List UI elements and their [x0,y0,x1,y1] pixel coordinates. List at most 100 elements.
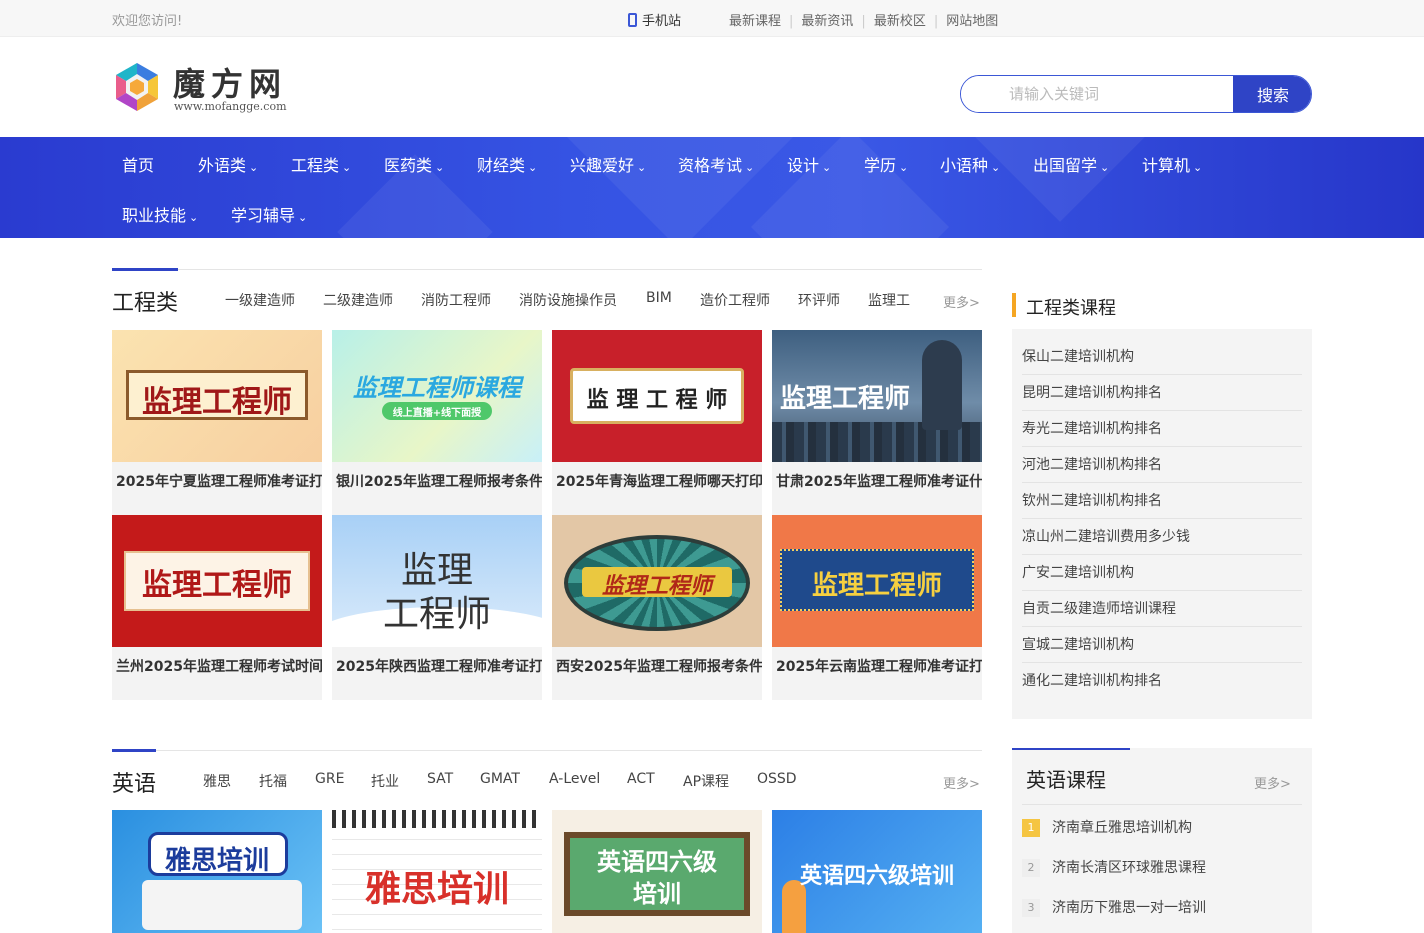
nav-qualification[interactable]: 资格考试 ⌄ [678,152,754,176]
course-card[interactable]: 监理工程师 西安2025年监理工程师报考条件 [552,515,762,700]
course-thumbnail: 监理工程师 [112,330,322,462]
ranked-list-item[interactable]: 3 济南历下雅思一对一培训 [1022,888,1302,928]
list-item[interactable]: 昆明二建培训机构排名 [1022,375,1302,411]
nav-study-abroad[interactable]: 出国留学 ⌄ [1033,152,1109,176]
nav-computer[interactable]: 计算机 ⌄ [1142,152,1202,176]
rank-number: 3 [1022,899,1040,917]
course-card[interactable]: 监理工程师 2025年宁夏监理工程师准考证打 [112,330,322,515]
tab-first-class-constructor[interactable]: 一级建造师 [225,290,295,310]
english-more-link[interactable]: 更多> [943,773,980,792]
ranked-list-item[interactable]: 2 济南长清区环球雅思课程 [1022,848,1302,888]
tab-act[interactable]: ACT [627,771,655,787]
section-accent-bar [112,268,178,271]
list-item[interactable]: 广安二建培训机构 [1022,555,1302,591]
nav-hobbies[interactable]: 兴趣爱好 ⌄ [570,152,646,176]
course-thumbnail: 雅思培训 [112,810,322,933]
nav-minor-lang[interactable]: 小语种 ⌄ [940,152,1000,176]
engineering-title: 工程类 [112,291,179,316]
nav-home[interactable]: 首页 [122,152,154,176]
tab-a-level[interactable]: A-Level [549,771,600,787]
tab-ielts[interactable]: 雅思 [203,771,231,791]
tab-fire-facility-operator[interactable]: 消防设施操作员 [519,290,617,310]
tab-cost-engineer[interactable]: 造价工程师 [700,290,770,310]
tab-gre[interactable]: GRE [315,771,344,787]
list-item[interactable]: 通化二建培训机构排名 [1022,663,1302,699]
tab-ap[interactable]: AP课程 [683,771,729,791]
header: 魔方网 www.mofangge.com 搜索 [0,37,1424,137]
tab-second-class-constructor[interactable]: 二级建造师 [323,290,393,310]
logo-name[interactable]: 魔方网 [173,59,287,105]
course-thumbnail: 监理工程师课程 线上直播+线下面授 [332,330,542,462]
english-courses-panel: 英语课程 更多> 1 济南章丘雅思培训机构 2 济南长清区环球雅思课程 3 济南历下雅… [1012,748,1312,933]
search-input[interactable] [961,76,1233,112]
course-card[interactable]: 监理工程师 2025年云南监理工程师准考证打 [772,515,982,700]
nav-medicine[interactable]: 医药类 ⌄ [384,152,444,176]
link-latest-campus[interactable]: 最新校区 [874,14,926,29]
course-thumbnail: 雅思培训 [332,810,542,933]
engineering-more-link[interactable]: 更多> [943,292,980,311]
chevron-down-icon: ⌄ [249,161,259,174]
tab-fire-engineer[interactable]: 消防工程师 [421,290,491,310]
ranked-list-item[interactable]: 1 济南章丘雅思培训机构 [1022,808,1302,848]
tab-gmat[interactable]: GMAT [480,771,520,787]
course-thumbnail: 监理工程师 [772,330,982,462]
card-caption[interactable]: 2025年云南监理工程师准考证打 [776,656,982,676]
course-card[interactable]: 雅思培训 [112,810,322,933]
logo-url: www.mofangge.com [174,100,287,113]
logo-cube-icon[interactable] [112,61,162,113]
english-courses-more[interactable]: 更多> [1254,773,1291,792]
tab-toeic[interactable]: 托业 [371,771,399,791]
course-card[interactable]: 监 理 工 程 师 2025年青海监理工程师哪天打印 [552,330,762,515]
nav-design[interactable]: 设计 ⌄ [787,152,831,176]
list-item[interactable]: 自贡二级建造师培训课程 [1022,591,1302,627]
nav-tutoring[interactable]: 学习辅导 ⌄ [231,202,307,226]
nav-degree[interactable]: 学历 ⌄ [864,152,908,176]
course-card[interactable]: 监理工程师 甘肃2025年监理工程师准考证什 [772,330,982,515]
tab-sat[interactable]: SAT [427,771,453,787]
link-latest-courses[interactable]: 最新课程 [729,14,781,29]
tab-ossd[interactable]: OSSD [757,771,797,787]
nav-finance[interactable]: 财经类 ⌄ [477,152,537,176]
english-section-header [112,749,982,752]
panel-accent-bar [1012,748,1130,750]
search-box: 搜索 [960,75,1312,113]
link-latest-news[interactable]: 最新资讯 [801,14,853,29]
nav-foreign-lang[interactable]: 外语类 ⌄ [198,152,258,176]
nav-engineering[interactable]: 工程类 ⌄ [291,152,351,176]
list-item[interactable]: 钦州二建培训机构排名 [1022,483,1302,519]
link-sitemap[interactable]: 网站地图 [946,14,998,29]
course-card[interactable]: 监理工程师课程 线上直播+线下面授 银川2025年监理工程师报考条件 [332,330,542,515]
course-card[interactable]: 监理 工程师 2025年陕西监理工程师准考证打 [332,515,542,700]
card-caption[interactable]: 银川2025年监理工程师报考条件 [336,471,542,491]
chevron-down-icon: ⌄ [637,161,647,174]
nav-vocational[interactable]: 职业技能 ⌄ [122,202,198,226]
course-thumbnail: 监理工程师 [112,515,322,647]
card-caption[interactable]: 2025年宁夏监理工程师准考证打 [116,471,322,491]
english-title: 英语 [112,772,157,797]
tab-supervision[interactable]: 监理工 [868,290,910,310]
course-card[interactable]: 监理工程师 兰州2025年监理工程师考试时间 [112,515,322,700]
tab-eia-engineer[interactable]: 环评师 [798,290,840,310]
course-card[interactable]: 英语四六级 培训 [552,810,762,933]
course-thumbnail: 监理工程师 [772,515,982,647]
list-item[interactable]: 河池二建培训机构排名 [1022,447,1302,483]
card-caption[interactable]: 2025年青海监理工程师哪天打印 [556,471,762,491]
course-card[interactable]: 雅思培训 [332,810,542,933]
main-nav: 首页 外语类 ⌄ 工程类 ⌄ 医药类 ⌄ 财经类 ⌄ 兴趣爱好 ⌄ 资格考试 ⌄ 设计 ⌄ 学… [0,137,1424,238]
chevron-down-icon: ⌄ [189,211,199,224]
course-card[interactable]: 英语四六级培训 [772,810,982,933]
list-item[interactable]: 宣城二建培训机构 [1022,627,1302,663]
course-thumbnail: 监理工程师 [552,515,762,647]
list-item[interactable]: 凉山州二建培训费用多少钱 [1022,519,1302,555]
card-caption[interactable]: 兰州2025年监理工程师考试时间 [116,656,322,676]
list-item[interactable]: 保山二建培训机构 [1022,339,1302,375]
mobile-site-link[interactable]: 手机站 [628,10,681,29]
course-thumbnail: 监理 工程师 [332,515,542,647]
search-button[interactable]: 搜索 [1233,76,1311,112]
tab-bim[interactable]: BIM [646,290,672,306]
list-item[interactable]: 寿光二建培训机构排名 [1022,411,1302,447]
card-caption[interactable]: 甘肃2025年监理工程师准考证什 [776,471,982,491]
card-caption[interactable]: 西安2025年监理工程师报考条件 [556,656,762,676]
tab-toefl[interactable]: 托福 [259,771,287,791]
card-caption[interactable]: 2025年陕西监理工程师准考证打 [336,656,542,676]
